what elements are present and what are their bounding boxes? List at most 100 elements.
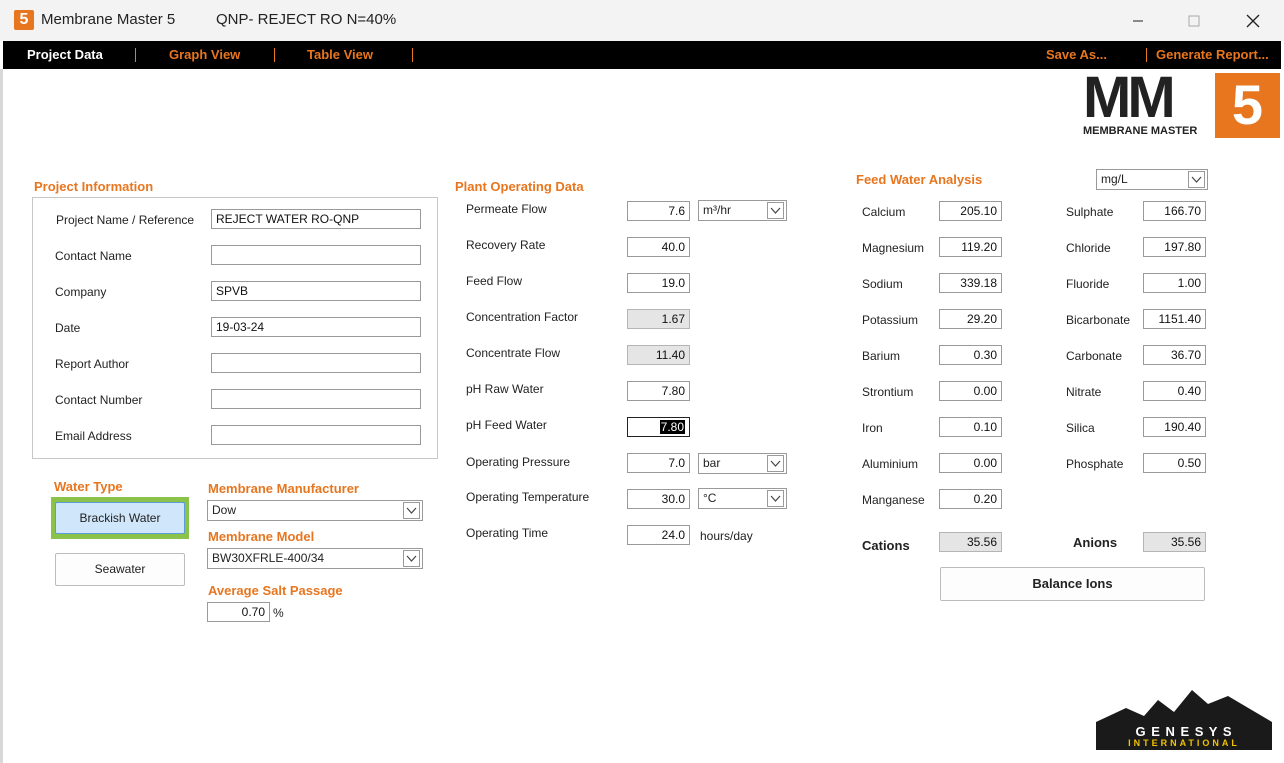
menu-separator xyxy=(1146,48,1147,62)
anion-field[interactable]: 197.80 xyxy=(1143,237,1206,257)
cation-label: Sodium xyxy=(862,277,903,291)
membrane-manufacturer-value: Dow xyxy=(212,503,237,517)
email-address-field[interactable] xyxy=(211,425,421,445)
balance-ions-button[interactable]: Balance Ions xyxy=(940,567,1205,601)
menu-graph-view[interactable]: Graph View xyxy=(169,47,240,62)
cation-field[interactable]: 205.10 xyxy=(939,201,1002,221)
international-text: INTERNATIONAL xyxy=(1128,738,1240,748)
anion-field[interactable]: 0.40 xyxy=(1143,381,1206,401)
operating-time-unit: hours/day xyxy=(700,529,753,543)
anions-total-label: Anions xyxy=(1073,535,1118,550)
maximize-icon[interactable] xyxy=(1171,6,1217,36)
cation-label: Barium xyxy=(862,349,901,363)
contact-number-field[interactable] xyxy=(211,389,421,409)
membrane-manufacturer-select[interactable]: Dow xyxy=(207,500,423,521)
cation-label: Aluminium xyxy=(862,457,919,471)
concentration-factor-field: 1.67 xyxy=(627,309,690,329)
menu-separator xyxy=(135,48,136,62)
salt-passage-unit: % xyxy=(273,606,284,620)
concentration-factor-label: Concentration Factor xyxy=(466,310,579,324)
cation-field[interactable]: 119.20 xyxy=(939,237,1002,257)
cations-total-label: Cations xyxy=(862,538,910,553)
chevron-down-icon[interactable] xyxy=(403,550,420,567)
logo-5-badge: 5 xyxy=(1215,73,1280,138)
operating-pressure-field[interactable]: 7.0 xyxy=(627,453,690,473)
operating-temperature-label: Operating Temperature xyxy=(466,490,590,504)
permeate-flow-unit-select[interactable]: m³/hr xyxy=(698,200,787,221)
logo-mm-text: MM xyxy=(1083,65,1176,130)
cation-label: Potassium xyxy=(862,313,919,327)
menu-save-as[interactable]: Save As... xyxy=(1046,47,1107,62)
chevron-down-icon[interactable] xyxy=(403,502,420,519)
seawater-button[interactable]: Seawater xyxy=(55,553,185,586)
cation-label: Calcium xyxy=(862,205,906,219)
membrane-manufacturer-heading: Membrane Manufacturer xyxy=(208,481,359,496)
date-field[interactable]: 19-03-24 xyxy=(211,317,421,337)
menu-table-view[interactable]: Table View xyxy=(307,47,373,62)
ph-feed-field[interactable]: 7.80 xyxy=(627,417,690,437)
anion-label: Fluoride xyxy=(1066,277,1110,291)
anion-field[interactable]: 190.40 xyxy=(1143,417,1206,437)
cation-field[interactable]: 0.30 xyxy=(939,345,1002,365)
cation-field[interactable]: 29.20 xyxy=(939,309,1002,329)
chevron-down-icon[interactable] xyxy=(767,455,784,472)
chevron-down-icon[interactable] xyxy=(1188,171,1205,188)
permeate-flow-field[interactable]: 7.6 xyxy=(627,201,690,221)
feed-flow-label: Feed Flow xyxy=(466,274,523,288)
company-field[interactable]: SPVB xyxy=(211,281,421,301)
membrane-model-select[interactable]: BW30XFRLE-400/34 xyxy=(207,548,423,569)
membrane-model-heading: Membrane Model xyxy=(208,529,315,544)
anion-field[interactable]: 1151.40 xyxy=(1143,309,1206,329)
chevron-down-icon[interactable] xyxy=(767,202,784,219)
title-bar xyxy=(0,0,1284,41)
feed-flow-field[interactable]: 19.0 xyxy=(627,273,690,293)
company-label: Company xyxy=(55,285,107,299)
anion-label: Sulphate xyxy=(1066,205,1114,219)
permeate-flow-label: Permeate Flow xyxy=(466,202,547,216)
chevron-down-icon[interactable] xyxy=(767,490,784,507)
menu-separator xyxy=(274,48,275,62)
contact-name-field[interactable] xyxy=(211,245,421,265)
pressure-unit-select[interactable]: bar xyxy=(698,453,787,474)
recovery-rate-field[interactable]: 40.0 xyxy=(627,237,690,257)
ph-raw-field[interactable]: 7.80 xyxy=(627,381,690,401)
menu-project-data[interactable]: Project Data xyxy=(27,47,103,62)
pressure-unit: bar xyxy=(703,456,721,470)
project-name-label: Project Name / Reference xyxy=(56,213,195,227)
project-name-field[interactable]: REJECT WATER RO-QNP xyxy=(211,209,421,229)
app-logo: 5 xyxy=(14,10,34,30)
contact-number-label: Contact Number xyxy=(55,393,143,407)
units-value: mg/L xyxy=(1101,172,1128,186)
recovery-rate-label: Recovery Rate xyxy=(466,238,546,252)
cation-field[interactable]: 0.00 xyxy=(939,453,1002,473)
cation-field[interactable]: 0.00 xyxy=(939,381,1002,401)
report-author-label: Report Author xyxy=(55,357,130,371)
menu-generate-report[interactable]: Generate Report... xyxy=(1156,47,1269,62)
temperature-unit-select[interactable]: °C xyxy=(698,488,787,509)
operating-time-label: Operating Time xyxy=(466,526,549,540)
close-icon[interactable] xyxy=(1230,6,1276,36)
email-address-label: Email Address xyxy=(55,429,132,443)
document-title: QNP- REJECT RO N=40% xyxy=(216,11,397,28)
anion-field[interactable]: 36.70 xyxy=(1143,345,1206,365)
cation-field[interactable]: 339.18 xyxy=(939,273,1002,293)
concentrate-flow-label: Concentrate Flow xyxy=(466,346,561,360)
date-label: Date xyxy=(55,321,81,335)
minimize-icon[interactable] xyxy=(1115,6,1161,36)
feed-water-heading: Feed Water Analysis xyxy=(856,172,983,187)
anion-field[interactable]: 1.00 xyxy=(1143,273,1206,293)
concentrate-flow-field: 11.40 xyxy=(627,345,690,365)
report-author-field[interactable] xyxy=(211,353,421,373)
operating-time-field[interactable]: 24.0 xyxy=(627,525,690,545)
temperature-unit: °C xyxy=(703,491,717,505)
anion-field[interactable]: 166.70 xyxy=(1143,201,1206,221)
app-title: Membrane Master 5 xyxy=(41,11,176,28)
brackish-water-button[interactable]: Brackish Water xyxy=(55,502,185,534)
salt-passage-field[interactable]: 0.70 xyxy=(207,602,270,622)
units-select[interactable]: mg/L xyxy=(1096,169,1208,190)
cation-field[interactable]: 0.10 xyxy=(939,417,1002,437)
anion-field[interactable]: 0.50 xyxy=(1143,453,1206,473)
cation-field[interactable]: 0.20 xyxy=(939,489,1002,509)
operating-temperature-field[interactable]: 30.0 xyxy=(627,489,690,509)
cation-label: Strontium xyxy=(862,385,914,399)
